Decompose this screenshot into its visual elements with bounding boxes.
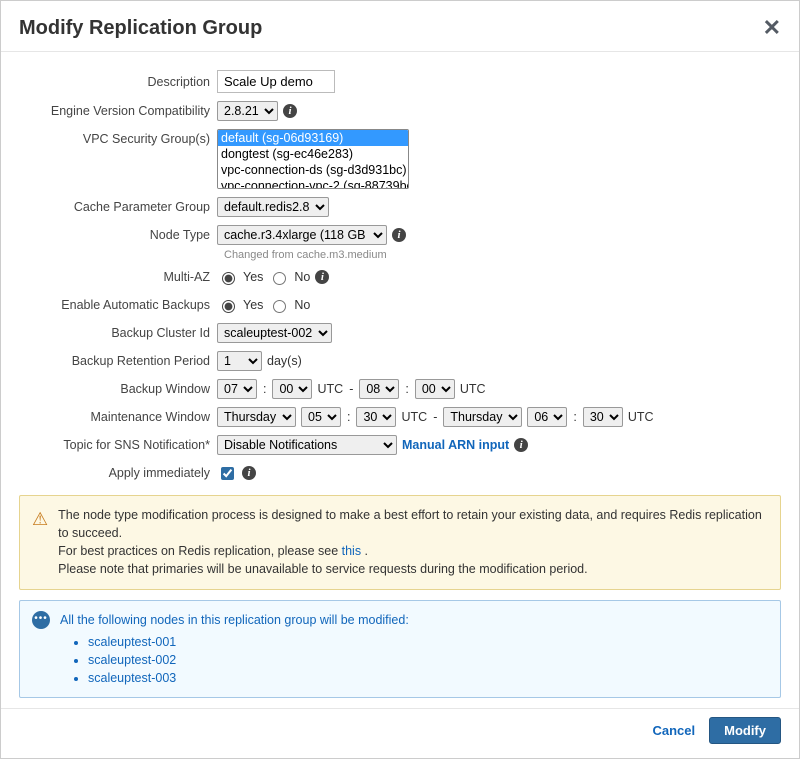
dash: - bbox=[348, 382, 354, 396]
info-icon[interactable]: i bbox=[242, 466, 256, 480]
bw-min2-select[interactable]: 00 bbox=[415, 379, 455, 399]
node-item: scaleuptest-001 bbox=[88, 633, 409, 651]
modal-footer: Cancel Modify bbox=[1, 708, 799, 758]
label-node-type: Node Type bbox=[19, 225, 217, 245]
label-backup-window: Backup Window bbox=[19, 379, 217, 399]
engine-version-select[interactable]: 2.8.21 bbox=[217, 101, 278, 121]
backup-retention-select[interactable]: 1 bbox=[217, 351, 262, 371]
modal-body: Description Engine Version Compatibility… bbox=[1, 52, 799, 698]
mw-hour2-select[interactable]: 06 bbox=[527, 407, 567, 427]
best-practices-link[interactable]: this bbox=[342, 544, 361, 558]
warning-icon: ⚠ bbox=[32, 506, 48, 579]
label-cache-param: Cache Parameter Group bbox=[19, 197, 217, 217]
sns-topic-select[interactable]: Disable Notifications bbox=[217, 435, 397, 455]
cancel-button[interactable]: Cancel bbox=[652, 723, 695, 738]
modify-button[interactable]: Modify bbox=[709, 717, 781, 744]
label-multi-az: Multi-AZ bbox=[19, 267, 217, 287]
backup-retention-unit: day(s) bbox=[267, 354, 302, 368]
utc-label: UTC bbox=[317, 382, 343, 396]
colon: : bbox=[404, 382, 409, 396]
label-engine-version: Engine Version Compatibility bbox=[19, 101, 217, 121]
info-content: All the following nodes in this replicat… bbox=[60, 611, 409, 688]
auto-backups-yes-label: Yes bbox=[243, 298, 263, 312]
manual-arn-link[interactable]: Manual ARN input bbox=[402, 438, 509, 452]
label-auto-backups: Enable Automatic Backups bbox=[19, 295, 217, 315]
label-backup-retention: Backup Retention Period bbox=[19, 351, 217, 371]
label-sns-topic: Topic for SNS Notification* bbox=[19, 435, 217, 455]
mw-hour1-select[interactable]: 05 bbox=[301, 407, 341, 427]
node-type-hint: Changed from cache.m3.medium bbox=[224, 249, 781, 261]
utc-label: UTC bbox=[401, 410, 427, 424]
bw-min1-select[interactable]: 00 bbox=[272, 379, 312, 399]
apply-immediately-checkbox[interactable] bbox=[221, 467, 234, 480]
modify-replication-group-modal: Modify Replication Group ✕ Description E… bbox=[0, 0, 800, 759]
label-vpc-sg: VPC Security Group(s) bbox=[19, 129, 217, 149]
vpc-security-groups-listbox[interactable]: default (sg-06d93169) dongtest (sg-ec46e… bbox=[217, 129, 409, 189]
multi-az-no-radio[interactable] bbox=[273, 272, 286, 285]
bw-hour1-select[interactable]: 07 bbox=[217, 379, 257, 399]
info-icon[interactable]: i bbox=[315, 270, 329, 284]
info-icon[interactable]: i bbox=[514, 438, 528, 452]
info-heading: All the following nodes in this replicat… bbox=[60, 611, 409, 629]
cache-parameter-group-select[interactable]: default.redis2.8 bbox=[217, 197, 329, 217]
multi-az-yes-label: Yes bbox=[243, 270, 263, 284]
info-icon[interactable]: i bbox=[283, 104, 297, 118]
description-input[interactable] bbox=[217, 70, 335, 93]
mw-min1-select[interactable]: 30 bbox=[356, 407, 396, 427]
utc-label: UTC bbox=[460, 382, 486, 396]
warning-alert: ⚠ The node type modification process is … bbox=[19, 495, 781, 590]
chat-icon: ••• bbox=[32, 611, 50, 629]
backup-cluster-id-select[interactable]: scaleuptest-002 bbox=[217, 323, 332, 343]
multi-az-yes-radio[interactable] bbox=[222, 272, 235, 285]
modal-title: Modify Replication Group bbox=[19, 17, 262, 40]
colon: : bbox=[262, 382, 267, 396]
node-item: scaleuptest-003 bbox=[88, 669, 409, 687]
bw-hour2-select[interactable]: 08 bbox=[359, 379, 399, 399]
mw-day2-select[interactable]: Thursday bbox=[443, 407, 522, 427]
label-backup-cluster: Backup Cluster Id bbox=[19, 323, 217, 343]
warning-text: The node type modification process is de… bbox=[58, 506, 768, 579]
dash: - bbox=[432, 410, 438, 424]
mw-min2-select[interactable]: 30 bbox=[583, 407, 623, 427]
multi-az-no-label: No bbox=[294, 270, 310, 284]
info-icon[interactable]: i bbox=[392, 228, 406, 242]
colon: : bbox=[572, 410, 577, 424]
label-description: Description bbox=[19, 72, 217, 92]
mw-day1-select[interactable]: Thursday bbox=[217, 407, 296, 427]
utc-label: UTC bbox=[628, 410, 654, 424]
modal-header: Modify Replication Group ✕ bbox=[1, 1, 799, 52]
close-icon[interactable]: ✕ bbox=[763, 15, 781, 41]
auto-backups-yes-radio[interactable] bbox=[222, 300, 235, 313]
label-apply-immediately: Apply immediately bbox=[19, 463, 217, 483]
label-maintenance-window: Maintenance Window bbox=[19, 407, 217, 427]
colon: : bbox=[346, 410, 351, 424]
auto-backups-no-label: No bbox=[294, 298, 310, 312]
auto-backups-no-radio[interactable] bbox=[273, 300, 286, 313]
node-type-select[interactable]: cache.r3.4xlarge (118 GB ... bbox=[217, 225, 387, 245]
info-alert: ••• All the following nodes in this repl… bbox=[19, 600, 781, 699]
node-item: scaleuptest-002 bbox=[88, 651, 409, 669]
